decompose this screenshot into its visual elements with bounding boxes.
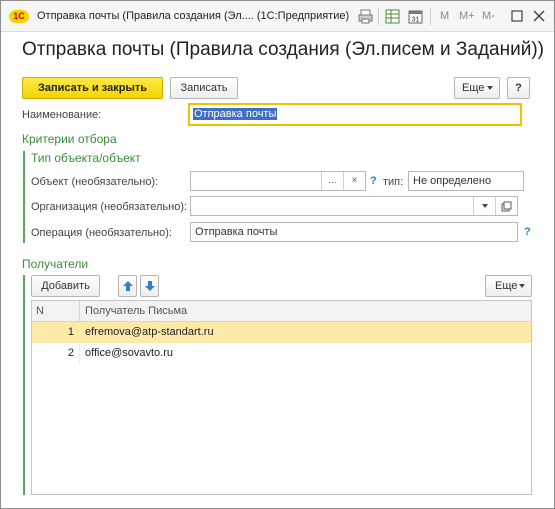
- table-row[interactable]: 1 efremova@atp-standart.ru: [32, 322, 531, 343]
- row-number: 2: [67, 347, 74, 359]
- table-row[interactable]: 2 office@sovavto.ru: [32, 343, 531, 364]
- help-button[interactable]: ?: [507, 77, 530, 99]
- arrow-down-icon: [144, 281, 155, 291]
- name-value: Отправка почты: [193, 108, 278, 120]
- recipient-email: office@sovavto.ru: [85, 347, 174, 359]
- type-label: тип:: [383, 176, 404, 188]
- object-help-icon[interactable]: ?: [370, 175, 377, 187]
- save-and-close-button[interactable]: Записать и закрыть: [22, 77, 163, 99]
- column-divider: [79, 322, 80, 343]
- recipients-group-line: [23, 275, 25, 495]
- title-bar: 1С Отправка почты (Правила создания (Эл.…: [1, 1, 554, 32]
- object-clear-button[interactable]: ×: [343, 172, 365, 190]
- print-icon[interactable]: [358, 9, 373, 24]
- page-title: Отправка почты (Правила создания (Эл.пис…: [22, 39, 544, 60]
- svg-text:31: 31: [412, 17, 420, 24]
- toolbar-separator: [430, 8, 431, 25]
- move-up-button[interactable]: [118, 275, 137, 297]
- object-type-title: Тип объекта/объект: [31, 151, 141, 165]
- toolbar-separator: [378, 8, 379, 25]
- save-button[interactable]: Записать: [170, 77, 238, 99]
- app-logo: 1С: [9, 10, 29, 23]
- type-field[interactable]: Не определено: [408, 171, 524, 191]
- object-select-button[interactable]: ...: [321, 172, 343, 190]
- org-open-button[interactable]: [495, 197, 517, 215]
- recipient-email: efremova@atp-standart.ru: [85, 326, 214, 338]
- move-down-button[interactable]: [140, 275, 159, 297]
- form-window: 1С Отправка почты (Правила создания (Эл.…: [0, 0, 555, 509]
- column-divider: [79, 301, 80, 322]
- criteria-title: Критерии отбора: [22, 132, 117, 146]
- recipients-title: Получатели: [22, 257, 89, 271]
- memory-minus-button[interactable]: M-: [482, 10, 495, 22]
- more-button[interactable]: Еще: [454, 77, 500, 99]
- more-label: Еще: [462, 82, 485, 94]
- column-divider: [79, 343, 80, 364]
- operation-help-icon[interactable]: ?: [524, 226, 531, 238]
- operation-label: Операция (необязательно):: [31, 227, 172, 239]
- row-number: 1: [67, 326, 74, 338]
- name-field[interactable]: Отправка почты: [188, 103, 522, 126]
- org-label: Организация (необязательно):: [31, 201, 188, 213]
- column-header-n[interactable]: N: [36, 305, 44, 317]
- add-button[interactable]: Добавить: [31, 275, 100, 297]
- object-label: Объект (необязательно):: [31, 176, 159, 188]
- recipients-more-button[interactable]: Еще: [485, 275, 532, 297]
- chevron-down-icon: [519, 284, 525, 288]
- close-icon[interactable]: [531, 8, 547, 24]
- object-field[interactable]: ... ×: [190, 171, 366, 191]
- spreadsheet-icon[interactable]: [385, 9, 400, 24]
- window-title: Отправка почты (Правила создания (Эл....…: [37, 10, 350, 22]
- chevron-down-icon: [481, 204, 488, 208]
- arrow-up-icon: [122, 281, 133, 291]
- chevron-down-icon: [487, 86, 493, 90]
- memory-plus-button[interactable]: M+: [459, 10, 475, 22]
- operation-field[interactable]: Отправка почты: [190, 222, 518, 242]
- maximize-icon[interactable]: [509, 8, 525, 24]
- recipients-table[interactable]: N Получатель Письма 1 efremova@atp-stand…: [31, 300, 532, 495]
- column-header-recipient[interactable]: Получатель Письма: [85, 305, 187, 317]
- name-label: Наименование:: [22, 109, 102, 121]
- recipients-more-label: Еще: [495, 280, 518, 292]
- org-dropdown-button[interactable]: [473, 197, 495, 215]
- memory-m-button[interactable]: M: [440, 10, 449, 22]
- group-line: [23, 151, 25, 243]
- org-field[interactable]: [190, 196, 518, 216]
- calendar-icon[interactable]: 31: [408, 9, 423, 24]
- open-icon: [501, 201, 512, 211]
- table-header: N Получатель Письма: [32, 301, 531, 322]
